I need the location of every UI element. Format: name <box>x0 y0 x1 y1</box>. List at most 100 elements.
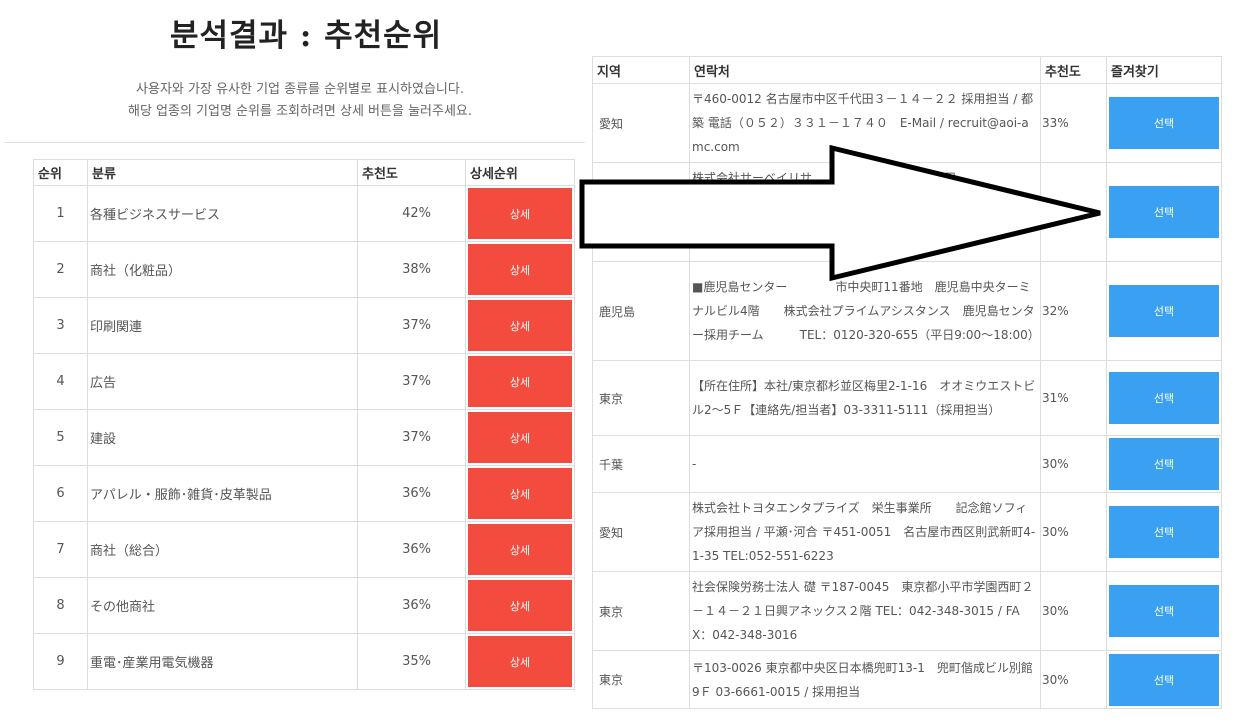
score-cell: 37% <box>357 409 466 466</box>
detail-button[interactable]: 상세 <box>468 244 572 295</box>
favorite-cell: 선택 <box>1106 492 1222 572</box>
table-row: 愛知 〒460-0012 名古屋市中区千代田３－１４－２２ 採用担当 / 都築 … <box>592 83 1222 163</box>
description-line-2: 해당 업종의 기업명 순위를 조회하려면 상세 버튼을 눌러주세요. <box>127 104 473 119</box>
region-cell: 東京 <box>592 650 690 709</box>
header-category: 분류 <box>87 159 358 186</box>
table-row: 3 印刷関連 37% 상세 <box>33 297 575 354</box>
detail-button[interactable]: 상세 <box>468 356 572 407</box>
table-row: 9 重電･産業用電気機器 35% 상세 <box>33 633 575 690</box>
favorite-cell: 선택 <box>1106 435 1222 493</box>
favorite-cell: 선택 <box>1106 360 1222 436</box>
category-cell: アパレル・服飾･雑貨･皮革製品 <box>87 465 358 522</box>
table-row: 千葉 - 30% 선택 <box>592 435 1222 493</box>
table-row: 6 アパレル・服飾･雑貨･皮革製品 36% 상세 <box>33 465 575 522</box>
category-cell: 各種ビジネスサービス <box>87 185 358 242</box>
score-cell: 30% <box>1040 435 1107 493</box>
favorite-cell: 선택 <box>1106 162 1222 262</box>
detail-cell: 상세 <box>465 633 575 690</box>
score-cell: 30% <box>1040 492 1107 572</box>
table-row: 愛知 株式会社トヨタエンタプライズ 栄生事業所 記念館ソフィア採用担当 / 平瀬… <box>592 492 1222 572</box>
select-button[interactable]: 선택 <box>1109 97 1219 149</box>
select-button[interactable]: 선택 <box>1109 186 1219 238</box>
table-row: 東京 〒103-0026 東京都中央区日本橋兜町13-1 兜町偕成ビル別館9Ｆ … <box>592 650 1222 709</box>
rank-cell: 1 <box>33 185 88 242</box>
company-table: 지역 연락처 추천도 즐겨찾기 愛知 〒460-0012 名古屋市中区千代田３－… <box>592 56 1222 709</box>
table-row: 4 広告 37% 상세 <box>33 353 575 410</box>
region-cell: 愛知 <box>592 83 690 163</box>
header-region: 지역 <box>592 56 690 84</box>
company-header-row: 지역 연락처 추천도 즐겨찾기 <box>592 56 1222 84</box>
score-cell: 37% <box>357 297 466 354</box>
category-cell: 商社（化粧品） <box>87 241 358 298</box>
description-line-1: 사용자와 가장 유사한 기업 종류를 순위별로 표시하였습니다. <box>136 82 464 97</box>
detail-cell: 상세 <box>465 465 575 522</box>
detail-button[interactable]: 상세 <box>468 412 572 463</box>
select-button[interactable]: 선택 <box>1109 653 1219 706</box>
header-score: 추천도 <box>1040 56 1107 84</box>
score-cell: 38% <box>357 241 466 298</box>
detail-cell: 상세 <box>465 297 575 354</box>
contact-cell: 株式会社トヨタエンタプライズ 栄生事業所 記念館ソフィア採用担当 / 平瀬･河合… <box>689 492 1041 572</box>
contact-cell: 〒460-0012 名古屋市中区千代田３－１４－２２ 採用担当 / 都築 電話（… <box>689 83 1041 163</box>
table-row: 株式会社サーベイリサ 本部 新卒採用 선택 <box>592 162 1222 262</box>
score-cell: 30% <box>1040 571 1107 651</box>
region-cell: 鹿児島 <box>592 261 690 361</box>
score-cell: 36% <box>357 465 466 522</box>
score-cell: 36% <box>357 521 466 578</box>
rank-cell: 4 <box>33 353 88 410</box>
select-button[interactable]: 선택 <box>1109 585 1219 637</box>
score-cell: 36% <box>357 577 466 634</box>
favorite-cell: 선택 <box>1106 650 1222 709</box>
rank-cell: 9 <box>33 633 88 690</box>
rank-cell: 8 <box>33 577 88 634</box>
detail-cell: 상세 <box>465 577 575 634</box>
contact-cell: 【所在住所】本社/東京都杉並区梅里2-1-16 オオミウエストビル2～5Ｆ【連絡… <box>689 360 1041 436</box>
detail-button[interactable]: 상세 <box>468 636 572 687</box>
score-cell: 42% <box>357 185 466 242</box>
detail-button[interactable]: 상세 <box>468 468 572 519</box>
select-button[interactable]: 선택 <box>1109 372 1219 424</box>
divider <box>5 142 585 143</box>
category-cell: 商社（総合） <box>87 521 358 578</box>
detail-cell: 상세 <box>465 409 575 466</box>
ranking-header-row: 순위 분류 추천도 상세순위 <box>33 159 575 186</box>
score-cell: 37% <box>357 353 466 410</box>
table-row: 鹿児島 ■鹿児島センター 市中央町11番地 鹿児島中央ターミナルビル4階 株式会… <box>592 261 1222 361</box>
detail-button[interactable]: 상세 <box>468 524 572 575</box>
favorite-cell: 선택 <box>1106 261 1222 361</box>
rank-cell: 6 <box>33 465 88 522</box>
table-row: 1 各種ビジネスサービス 42% 상세 <box>33 185 575 242</box>
table-row: 東京 社会保険労務士法人 礎 〒187-0045 東京都小平市学園西町２－１４－… <box>592 571 1222 651</box>
score-cell: 31% <box>1040 360 1107 436</box>
table-row: 7 商社（総合） 36% 상세 <box>33 521 575 578</box>
category-cell: 建設 <box>87 409 358 466</box>
select-button[interactable]: 선택 <box>1109 506 1219 558</box>
header-detail: 상세순위 <box>465 159 575 186</box>
page-description: 사용자와 가장 유사한 기업 종류를 순위별로 표시하였습니다. 해당 업종의 … <box>5 79 595 123</box>
region-cell: 愛知 <box>592 492 690 572</box>
region-cell: 東京 <box>592 360 690 436</box>
rank-cell: 7 <box>33 521 88 578</box>
region-cell: 千葉 <box>592 435 690 493</box>
score-cell: 32% <box>1040 261 1107 361</box>
page-title: 분석결과 : 추천순위 <box>170 18 443 54</box>
contact-cell: ■鹿児島センター 市中央町11番地 鹿児島中央ターミナルビル4階 株式会社プライ… <box>689 261 1041 361</box>
header-rank: 순위 <box>33 159 88 186</box>
detail-button[interactable]: 상세 <box>468 188 572 239</box>
header-favorite: 즐겨찾기 <box>1106 56 1222 84</box>
detail-button[interactable]: 상세 <box>468 580 572 631</box>
region-cell <box>592 162 690 262</box>
score-cell <box>1040 162 1107 262</box>
category-cell: 重電･産業用電気機器 <box>87 633 358 690</box>
rank-cell: 5 <box>33 409 88 466</box>
select-button[interactable]: 선택 <box>1109 438 1219 490</box>
select-button[interactable]: 선택 <box>1109 285 1219 337</box>
contact-cell: - <box>689 435 1041 493</box>
header-contact: 연락처 <box>689 56 1041 84</box>
contact-cell: 〒103-0026 東京都中央区日本橋兜町13-1 兜町偕成ビル別館9Ｆ 03-… <box>689 650 1041 709</box>
favorite-cell: 선택 <box>1106 571 1222 651</box>
table-row: 5 建設 37% 상세 <box>33 409 575 466</box>
region-cell: 東京 <box>592 571 690 651</box>
detail-button[interactable]: 상세 <box>468 300 572 351</box>
score-cell: 33% <box>1040 83 1107 163</box>
